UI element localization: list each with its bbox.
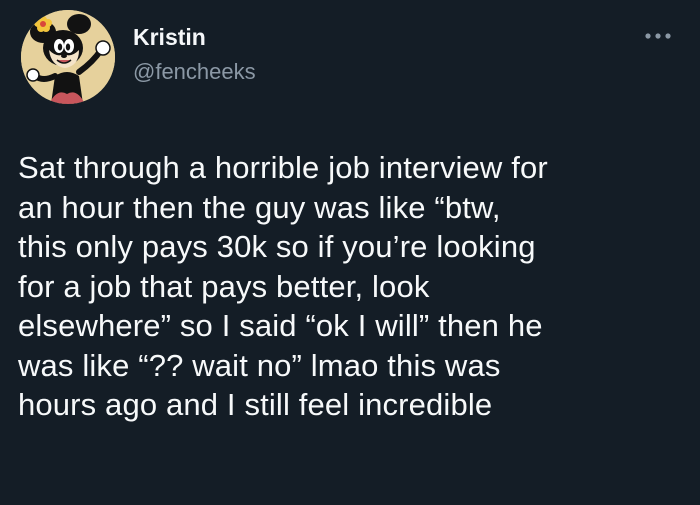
- tweet-text: Sat through a horrible job interview for…: [18, 148, 694, 425]
- tweet-text-line: hours ago and I still feel incredible: [18, 387, 493, 422]
- tweet-text-line: this only pays 30k so if you’re looking: [18, 229, 536, 264]
- more-options-button[interactable]: [638, 24, 678, 48]
- tweet-text-line: Sat through a horrible job interview for: [18, 150, 548, 185]
- avatar[interactable]: [21, 10, 115, 104]
- tweet-text-line: for a job that pays better, look: [18, 268, 430, 304]
- more-options-icon: [645, 33, 671, 39]
- cartoon-character-avatar-icon: [21, 10, 115, 104]
- tweet-card: Kristin @fencheeks Sat through a horribl…: [0, 0, 700, 505]
- tweet-text-line: an hour then the guy was like “btw,: [18, 189, 501, 225]
- author-display-name[interactable]: Kristin: [133, 23, 206, 51]
- author-handle[interactable]: @fencheeks: [133, 58, 256, 86]
- tweet-text-line: elsewhere” so I said “ok I will” then he: [18, 308, 543, 343]
- tweet-text-line: was like “?? wait no” lmao this was: [18, 347, 501, 383]
